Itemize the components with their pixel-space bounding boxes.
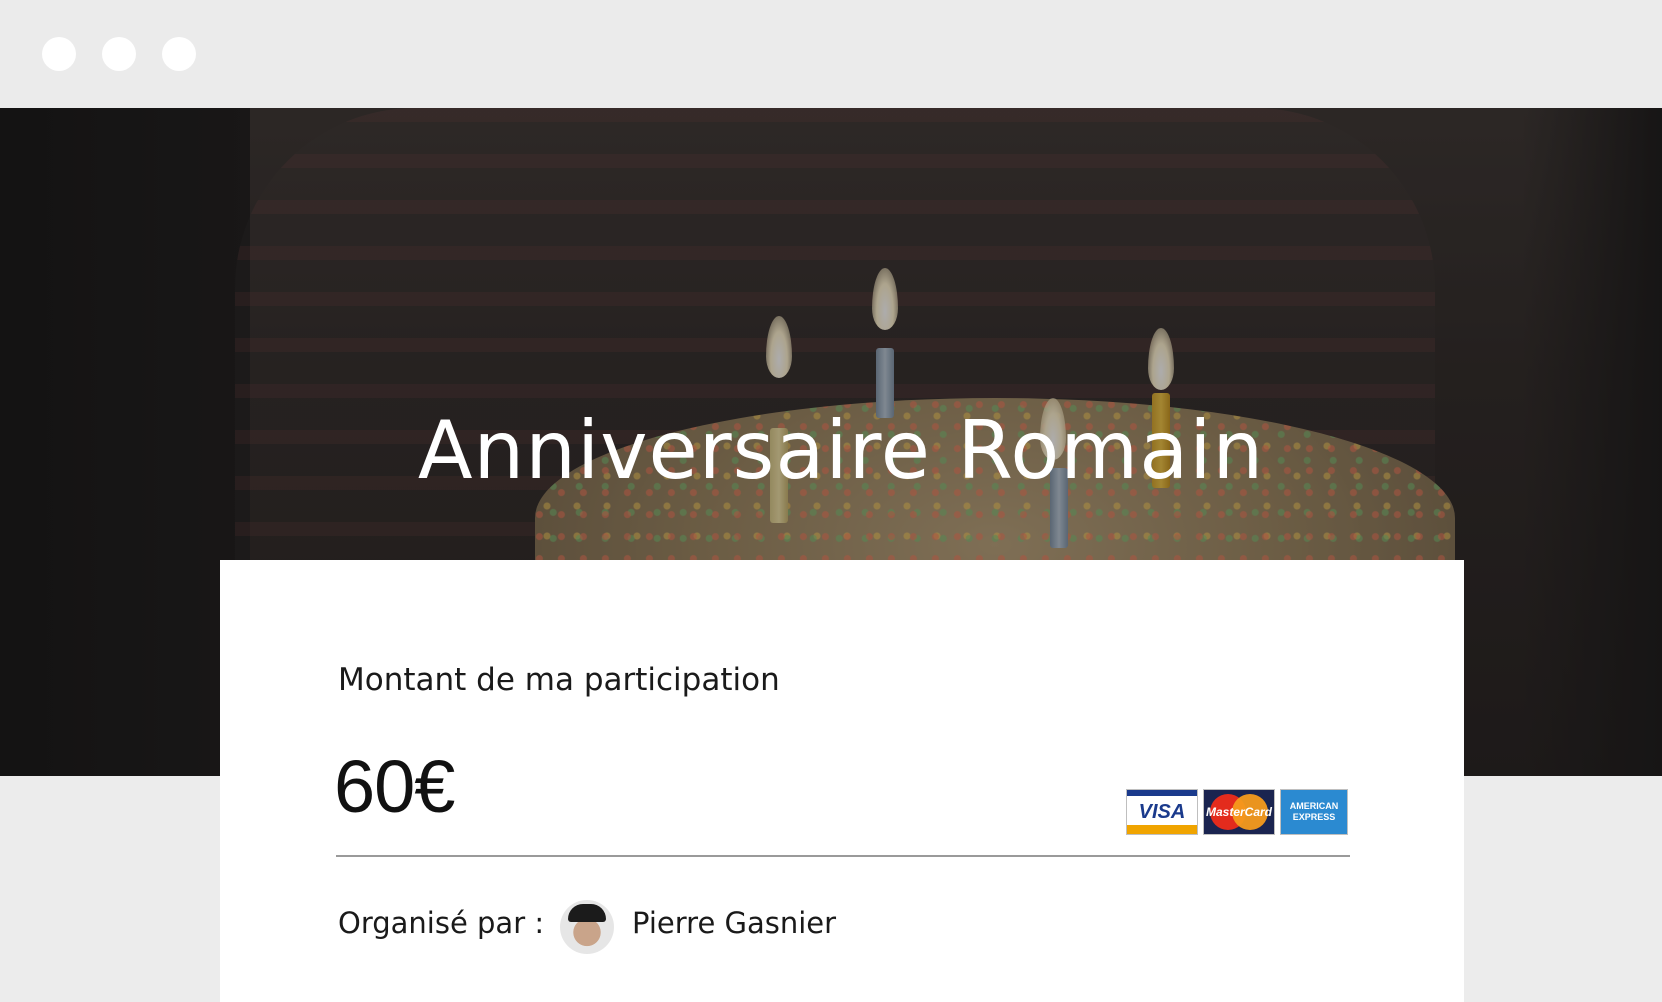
amount-input[interactable]: 60€ bbox=[334, 750, 455, 824]
browser-title-bar bbox=[0, 0, 1662, 108]
mastercard-logo-icon: MasterCard bbox=[1203, 789, 1275, 835]
mastercard-logo-text: MasterCard bbox=[1205, 805, 1273, 819]
page-title: Anniversaire Romain bbox=[417, 404, 1265, 497]
organizer-label: Organisé par : bbox=[338, 906, 545, 940]
visa-logo-icon: VISA bbox=[1126, 789, 1198, 835]
payment-card-logos: VISA MasterCard AMERICAN EXPRESS bbox=[1126, 789, 1348, 835]
visa-logo-text: VISA bbox=[1138, 800, 1186, 823]
amex-logo-text: AMERICAN EXPRESS bbox=[1289, 801, 1339, 822]
amex-logo-icon: AMERICAN EXPRESS bbox=[1280, 789, 1348, 835]
window-control-dot[interactable] bbox=[102, 37, 136, 71]
amount-underline bbox=[336, 855, 1350, 857]
window-control-dot[interactable] bbox=[162, 37, 196, 71]
amount-label: Montant de ma participation bbox=[338, 662, 780, 698]
organizer-name: Pierre Gasnier bbox=[632, 906, 837, 940]
window-control-dot[interactable] bbox=[42, 37, 76, 71]
avatar bbox=[560, 900, 614, 954]
participation-card: Montant de ma participation 60€ VISA Mas… bbox=[220, 560, 1464, 1002]
